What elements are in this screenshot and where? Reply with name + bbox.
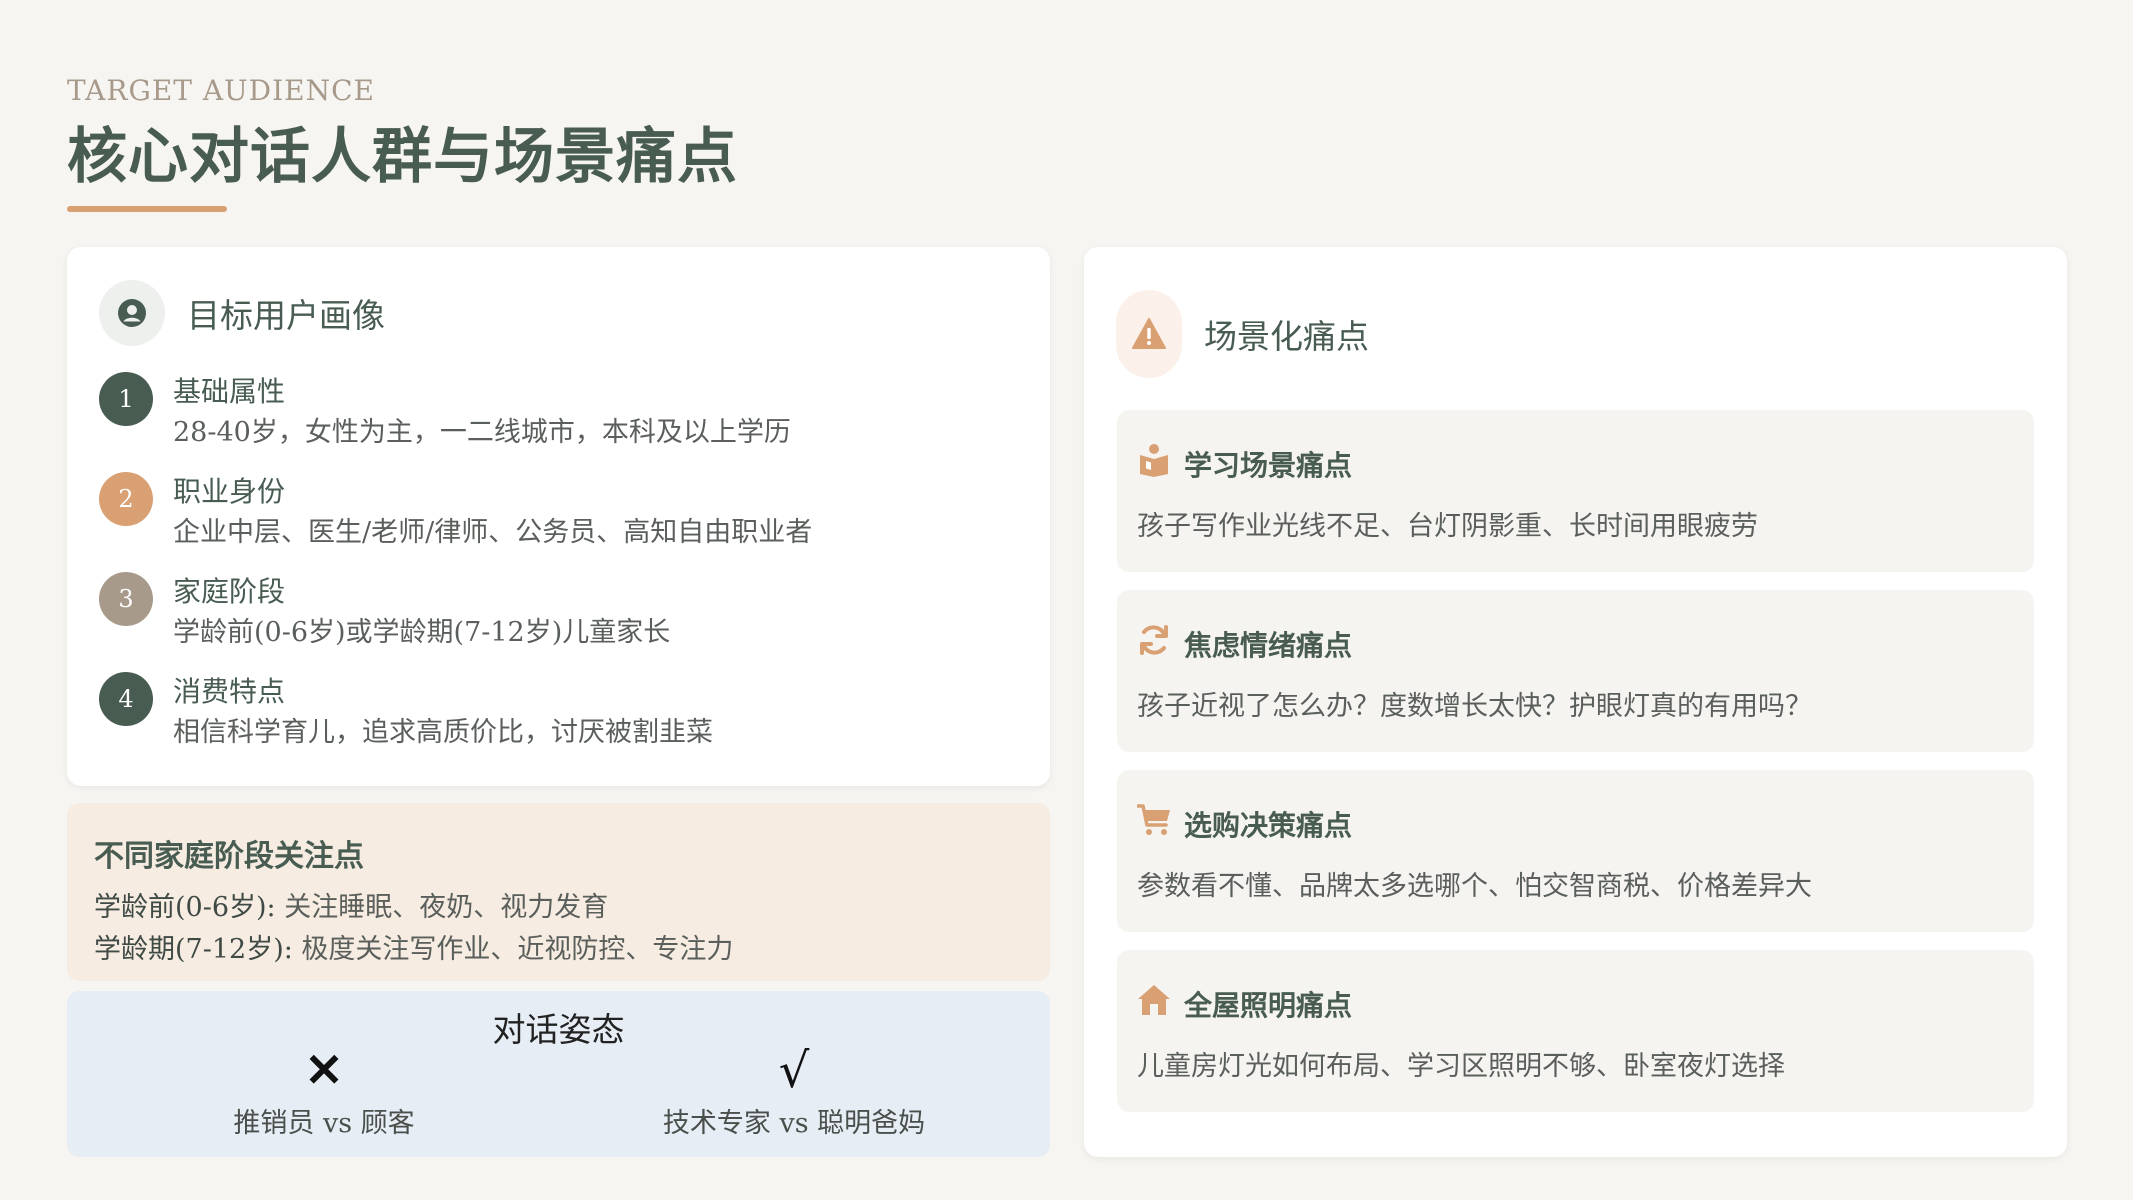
- family-stage-label: 学龄期(7-12岁):: [94, 934, 293, 965]
- pain-point-description: 孩子近视了怎么办？度数增长太快？护眼灯真的有用吗？: [1137, 691, 1812, 722]
- family-stage-title: 不同家庭阶段关注点: [94, 839, 364, 874]
- pain-points-heading: 场景化痛点: [1204, 317, 1369, 356]
- pain-point-item: 焦虑情绪痛点 孩子近视了怎么办？度数增长太快？护眼灯真的有用吗？: [1117, 590, 2034, 752]
- pain-point-title: 选购决策痛点: [1184, 809, 1353, 842]
- dialogue-stance-box: 对话姿态 ✕ 推销员 vs 顾客 √ 技术专家 vs 聪明爸妈: [67, 991, 1050, 1157]
- family-stage-box: 不同家庭阶段关注点 学龄前(0-6岁): 关注睡眠、夜奶、视力发育 学龄期(7-…: [67, 803, 1050, 981]
- persona-attribute: 4 消费特点 相信科学育儿，追求高质价比，讨厌被割韭菜: [99, 672, 1019, 772]
- persona-attribute: 3 家庭阶段 学龄前(0-6岁)或学龄期(7-12岁)儿童家长: [99, 572, 1019, 672]
- pain-point-description: 孩子写作业光线不足、台灯阴影重、长时间用眼疲劳: [1137, 511, 1758, 542]
- persona-attribute-list: 1 基础属性 28-40岁，女性为主，一二线城市，本科及以上学历 2 职业身份 …: [99, 372, 1019, 772]
- attribute-description: 相信科学育儿，追求高质价比，讨厌被割韭菜: [173, 717, 713, 748]
- pain-point-title: 全屋照明痛点: [1184, 989, 1353, 1022]
- check-icon: √: [778, 1043, 810, 1099]
- user-circle-icon: [99, 280, 165, 346]
- family-stage-text: 极度关注写作业、近视防控、专注力: [292, 934, 734, 965]
- pain-point-title: 焦虑情绪痛点: [1184, 629, 1353, 662]
- family-stage-line: 学龄期(7-12岁): 极度关注写作业、近视防控、专注力: [94, 927, 733, 966]
- attribute-description: 企业中层、医生/老师/律师、公务员、高知自由职业者: [173, 517, 813, 548]
- pain-point-item: 学习场景痛点 孩子写作业光线不足、台灯阴影重、长时间用眼疲劳: [1117, 410, 2034, 572]
- wrong-stance-caption: 推销员 vs 顾客: [233, 1108, 415, 1139]
- stance-title: 对话姿态: [492, 1010, 625, 1049]
- reader-icon: [1137, 443, 1171, 477]
- page-title: 核心对话人群与场景痛点: [67, 122, 738, 192]
- attribute-number-badge: 4: [99, 672, 153, 726]
- family-stage-line: 学龄前(0-6岁): 关注睡眠、夜奶、视力发育: [94, 885, 608, 924]
- persona-attribute: 2 职业身份 企业中层、医生/老师/律师、公务员、高知自由职业者: [99, 472, 1019, 572]
- right-stance-caption: 技术专家 vs 聪明爸妈: [662, 1108, 926, 1139]
- attribute-title: 家庭阶段: [173, 575, 286, 608]
- attribute-number-badge: 1: [99, 372, 153, 426]
- attribute-title: 消费特点: [173, 675, 286, 708]
- home-icon: [1137, 983, 1171, 1017]
- cross-icon: ✕: [304, 1043, 344, 1097]
- persona-card-header: 目标用户画像: [99, 280, 385, 346]
- warning-icon: [1116, 290, 1182, 378]
- persona-attribute: 1 基础属性 28-40岁，女性为主，一二线城市，本科及以上学历: [99, 372, 1019, 472]
- persona-heading: 目标用户画像: [187, 296, 385, 335]
- attribute-number-badge: 3: [99, 572, 153, 626]
- persona-card: 目标用户画像 1 基础属性 28-40岁，女性为主，一二线城市，本科及以上学历 …: [67, 247, 1050, 786]
- pain-points-card: 场景化痛点 学习场景痛点 孩子写作业光线不足、台灯阴影重、长时间用眼疲劳 焦虑情…: [1084, 247, 2067, 1157]
- attribute-description: 28-40岁，女性为主，一二线城市，本科及以上学历: [173, 417, 791, 448]
- pain-point-item: 全屋照明痛点 儿童房灯光如何布局、学习区照明不够、卧室夜灯选择: [1117, 950, 2034, 1112]
- title-underline: [67, 206, 227, 212]
- section-eyebrow: TARGET AUDIENCE: [67, 74, 375, 107]
- pain-point-description: 儿童房灯光如何布局、学习区照明不够、卧室夜灯选择: [1137, 1051, 1785, 1082]
- family-stage-label: 学龄前(0-6岁):: [94, 892, 276, 923]
- family-stage-text: 关注睡眠、夜奶、视力发育: [275, 892, 609, 923]
- attribute-description: 学龄前(0-6岁)或学龄期(7-12岁)儿童家长: [173, 617, 671, 648]
- attribute-title: 基础属性: [173, 375, 286, 408]
- pain-point-description: 参数看不懂、品牌太多选哪个、怕交智商税、价格差异大: [1137, 871, 1812, 902]
- pain-points-card-header: 场景化痛点: [1116, 290, 1369, 378]
- pain-point-item: 选购决策痛点 参数看不懂、品牌太多选哪个、怕交智商税、价格差异大: [1117, 770, 2034, 932]
- refresh-icon: [1137, 623, 1171, 657]
- attribute-number-badge: 2: [99, 472, 153, 526]
- attribute-title: 职业身份: [173, 475, 286, 508]
- pain-point-title: 学习场景痛点: [1184, 449, 1353, 482]
- cart-icon: [1136, 803, 1171, 837]
